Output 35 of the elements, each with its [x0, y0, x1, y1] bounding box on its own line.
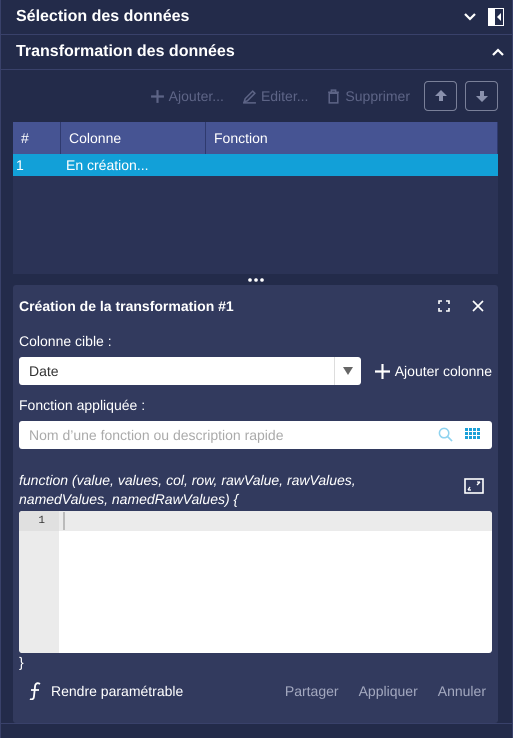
section-header[interactable]: Sélection des données: [1, 0, 512, 35]
trash-icon: [326, 88, 342, 104]
collapse-panel-icon[interactable]: [488, 8, 504, 26]
line-number: 1: [19, 511, 59, 531]
table-cell-text: 1: [15, 157, 25, 173]
section-title: Transformation des données: [16, 43, 236, 61]
grid-icon[interactable]: [465, 427, 480, 442]
arrow-down-icon: [474, 89, 488, 103]
section-title: Sélection des données: [16, 8, 190, 26]
plus-icon: [374, 364, 390, 378]
target-column-label: Colonne cible :: [19, 333, 113, 349]
fullscreen-icon[interactable]: [438, 300, 450, 312]
chevron-down-icon[interactable]: [464, 13, 476, 21]
code-editor[interactable]: 1: [19, 511, 492, 653]
move-up-button[interactable]: [424, 81, 457, 111]
close-icon[interactable]: [472, 300, 484, 312]
panel-title: Création de la transformation #1: [19, 298, 235, 314]
function-signature: function (value, values, col, row, rawValue, rawValues, namedValues, namedRawValues) {: [19, 471, 357, 509]
resize-handle-icon[interactable]: [248, 278, 264, 282]
arrow-up-icon: [434, 89, 448, 103]
move-down-button[interactable]: [465, 81, 498, 111]
closing-brace: }: [19, 654, 25, 670]
chevron-up-icon[interactable]: [492, 48, 504, 56]
expand-editor-icon[interactable]: [464, 478, 484, 494]
target-column-select[interactable]: Date: [19, 357, 361, 385]
parametrize-button[interactable]: Rendre paramétrable: [29, 682, 184, 700]
pencil-icon: [242, 88, 257, 104]
add-column-button[interactable]: Ajouter colonne: [374, 363, 492, 379]
table-cell-text: En création...: [65, 157, 150, 173]
function-icon: [29, 682, 41, 700]
section-header[interactable]: Transformation des données: [1, 35, 512, 70]
dropdown-caret-icon: [342, 367, 353, 375]
function-search-field[interactable]: Nom d’une fonction ou description rapide: [19, 421, 492, 449]
function-label: Fonction appliquée :: [19, 397, 146, 413]
plus-icon: [150, 88, 165, 104]
